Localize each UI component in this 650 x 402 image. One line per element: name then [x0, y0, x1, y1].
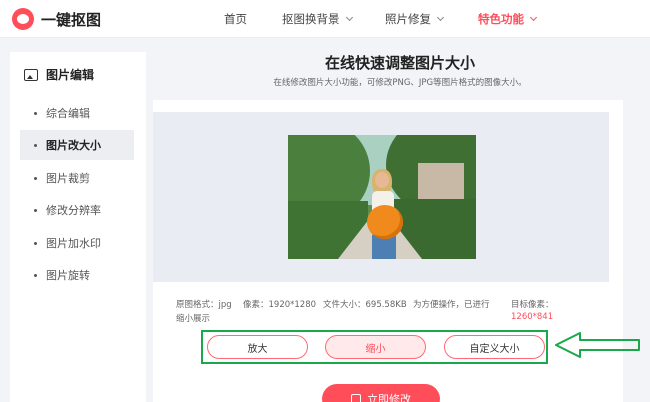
- sidebar-title-label: 图片编辑: [46, 68, 95, 82]
- nav-special-features[interactable]: 特色功能: [478, 0, 538, 38]
- sidebar-item-watermark[interactable]: 图片加水印: [20, 228, 134, 258]
- sidebar-item-rotate[interactable]: 图片旋转: [20, 260, 134, 290]
- enlarge-button[interactable]: 放大: [207, 335, 308, 359]
- chevron-down-icon: [529, 13, 538, 21]
- sidebar-item-label: 综合编辑: [46, 107, 90, 120]
- bullet-icon: [34, 241, 37, 245]
- edit-icon: [351, 394, 361, 402]
- target-pixels-label: 目标像素：: [511, 300, 554, 310]
- photo-face: [375, 172, 389, 188]
- original-format: 原图格式：jpg: [176, 300, 232, 310]
- nav-cutout-background[interactable]: 抠图换背景: [282, 0, 353, 38]
- display-note: 为方便操作，已进行: [413, 300, 490, 310]
- page-subtitle: 在线修改图片大小功能，可修改PNG、JPG等图片格式的图像大小。: [273, 78, 527, 88]
- target-pixels-value: 1260*841: [511, 312, 554, 322]
- nav-home[interactable]: 首页: [224, 0, 247, 38]
- logo-icon: [12, 8, 34, 30]
- shrink-button[interactable]: 缩小: [325, 335, 426, 359]
- top-navigation-bar: 一键抠图 首页 抠图换背景 照片修复 特色功能: [0, 0, 650, 38]
- nav-cutout-background-label: 抠图换背景: [282, 12, 340, 26]
- apply-changes-label: 立即修改: [367, 393, 411, 402]
- sidebar-item-label: 图片加水印: [46, 237, 101, 250]
- sidebar-item-crop[interactable]: 图片裁剪: [20, 163, 134, 193]
- file-size: 文件大小：695.58KB: [323, 300, 407, 310]
- sidebar-item-general-edit[interactable]: 综合编辑: [20, 98, 134, 128]
- sidebar: 图片编辑 综合编辑 图片改大小 图片裁剪 修改分辨率 图片加水印 图片旋转: [10, 52, 146, 402]
- logo-text: 一键抠图: [41, 10, 102, 29]
- sidebar-item-label: 图片裁剪: [46, 172, 90, 185]
- custom-size-button[interactable]: 自定义大小: [444, 335, 545, 359]
- bullet-icon: [34, 143, 37, 147]
- photo-hat: [367, 205, 403, 239]
- apply-changes-button[interactable]: 立即修改: [322, 384, 440, 402]
- bullet-icon: [34, 273, 37, 277]
- nav-home-label: 首页: [224, 12, 247, 26]
- bullet-icon: [34, 176, 37, 180]
- bullet-icon: [34, 111, 37, 115]
- chevron-down-icon: [436, 13, 445, 21]
- sidebar-item-label: 修改分辨率: [46, 204, 101, 217]
- image-icon: [24, 68, 38, 81]
- preview-photo: [288, 135, 476, 259]
- bullet-icon: [34, 208, 37, 212]
- nav-photo-repair-label: 照片修复: [385, 12, 431, 26]
- sidebar-item-resolution[interactable]: 修改分辨率: [20, 195, 134, 225]
- sidebar-item-label: 图片旋转: [46, 269, 90, 282]
- sidebar-item-label: 图片改大小: [46, 139, 101, 152]
- sidebar-title: 图片编辑: [24, 66, 94, 83]
- display-note-continued: 缩小展示: [176, 314, 211, 324]
- nav-special-features-label: 特色功能: [478, 12, 524, 26]
- chevron-down-icon: [345, 13, 353, 21]
- annotation-arrow-icon: [555, 332, 640, 358]
- sidebar-item-resize[interactable]: 图片改大小: [20, 130, 134, 160]
- original-pixels: 像素：1920*1280: [243, 300, 317, 310]
- page-title: 在线快速调整图片大小: [324, 54, 475, 72]
- nav-photo-repair[interactable]: 照片修复: [385, 0, 445, 38]
- logo[interactable]: 一键抠图: [12, 8, 101, 30]
